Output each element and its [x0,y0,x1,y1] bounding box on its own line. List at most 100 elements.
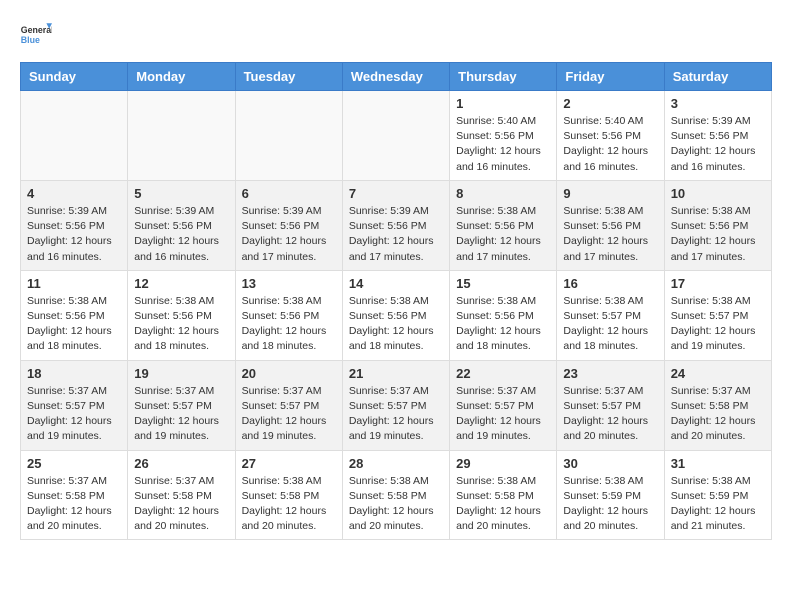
calendar-cell: 10 Sunrise: 5:38 AM Sunset: 5:56 PM Dayli… [664,180,771,270]
weekday-header-wednesday: Wednesday [342,63,449,91]
calendar-cell: 27 Sunrise: 5:38 AM Sunset: 5:58 PM Dayli… [235,450,342,540]
day-number: 1 [456,96,550,111]
day-number: 2 [563,96,657,111]
calendar-cell: 30Sunrise: 5:38 AM Sunset: 5:59 PM Dayli… [557,450,664,540]
day-info: Sunrise: 5:38 AM Sunset: 5:56 PM Dayligh… [134,294,228,355]
svg-text:Blue: Blue [21,35,40,45]
day-number: 29 [456,456,550,471]
week-row-2: 4 Sunrise: 5:39 AM Sunset: 5:56 PM Daylig… [21,180,772,270]
day-info: Sunrise: 5:38 AM Sunset: 5:59 PM Dayligh… [671,474,765,535]
calendar-cell: 18 Sunrise: 5:37 AM Sunset: 5:57 PM Dayli… [21,360,128,450]
weekday-header-saturday: Saturday [664,63,771,91]
week-row-3: 11 Sunrise: 5:38 AM Sunset: 5:56 PM Dayli… [21,270,772,360]
day-info: Sunrise: 5:38 AM Sunset: 5:58 PM Dayligh… [456,474,550,535]
calendar-cell: 8Sunrise: 5:38 AM Sunset: 5:56 PM Daylig… [450,180,557,270]
day-info: Sunrise: 5:39 AM Sunset: 5:56 PM Dayligh… [134,204,228,265]
day-info: Sunrise: 5:37 AM Sunset: 5:57 PM Dayligh… [563,384,657,445]
weekday-header-friday: Friday [557,63,664,91]
calendar-cell [128,91,235,181]
day-number: 19 [134,366,228,381]
calendar-cell: 13 Sunrise: 5:38 AM Sunset: 5:56 PM Dayli… [235,270,342,360]
day-info: Sunrise: 5:38 AM Sunset: 5:56 PM Dayligh… [563,204,657,265]
day-info: Sunrise: 5:37 AM Sunset: 5:58 PM Dayligh… [671,384,765,445]
header: General Blue [20,20,772,52]
calendar-cell: 28 Sunrise: 5:38 AM Sunset: 5:58 PM Dayli… [342,450,449,540]
day-number: 15 [456,276,550,291]
day-number: 7 [349,186,443,201]
day-info: Sunrise: 5:39 AM Sunset: 5:56 PM Dayligh… [242,204,336,265]
day-number: 23 [563,366,657,381]
day-number: 11 [27,276,121,291]
calendar-cell: 9 Sunrise: 5:38 AM Sunset: 5:56 PM Daylig… [557,180,664,270]
day-info: Sunrise: 5:38 AM Sunset: 5:56 PM Dayligh… [456,204,550,265]
calendar-cell: 1 Sunrise: 5:40 AM Sunset: 5:56 PM Daylig… [450,91,557,181]
calendar-cell: 31Sunrise: 5:38 AM Sunset: 5:59 PM Dayli… [664,450,771,540]
calendar-cell: 22Sunrise: 5:37 AM Sunset: 5:57 PM Dayli… [450,360,557,450]
week-row-5: 25 Sunrise: 5:37 AM Sunset: 5:58 PM Dayli… [21,450,772,540]
day-info: Sunrise: 5:40 AM Sunset: 5:56 PM Dayligh… [456,114,550,175]
calendar-cell: 2 Sunrise: 5:40 AM Sunset: 5:56 PM Daylig… [557,91,664,181]
day-info: Sunrise: 5:38 AM Sunset: 5:56 PM Dayligh… [671,204,765,265]
calendar-cell: 15 Sunrise: 5:38 AM Sunset: 5:56 PM Dayli… [450,270,557,360]
day-info: Sunrise: 5:40 AM Sunset: 5:56 PM Dayligh… [563,114,657,175]
week-row-4: 18 Sunrise: 5:37 AM Sunset: 5:57 PM Dayli… [21,360,772,450]
calendar-cell: 21Sunrise: 5:37 AM Sunset: 5:57 PM Dayli… [342,360,449,450]
calendar-cell [342,91,449,181]
day-number: 4 [27,186,121,201]
day-info: Sunrise: 5:38 AM Sunset: 5:57 PM Dayligh… [563,294,657,355]
calendar-cell: 20 Sunrise: 5:37 AM Sunset: 5:57 PM Dayli… [235,360,342,450]
day-number: 26 [134,456,228,471]
day-info: Sunrise: 5:39 AM Sunset: 5:56 PM Dayligh… [349,204,443,265]
day-info: Sunrise: 5:37 AM Sunset: 5:58 PM Dayligh… [134,474,228,535]
logo-icon: General Blue [20,20,52,52]
day-number: 20 [242,366,336,381]
weekday-header-sunday: Sunday [21,63,128,91]
day-info: Sunrise: 5:38 AM Sunset: 5:58 PM Dayligh… [242,474,336,535]
day-number: 18 [27,366,121,381]
calendar-cell: 17Sunrise: 5:38 AM Sunset: 5:57 PM Dayli… [664,270,771,360]
day-number: 22 [456,366,550,381]
calendar-cell: 4 Sunrise: 5:39 AM Sunset: 5:56 PM Daylig… [21,180,128,270]
day-number: 14 [349,276,443,291]
svg-text:General: General [21,25,52,35]
weekday-header-thursday: Thursday [450,63,557,91]
calendar-cell [21,91,128,181]
day-info: Sunrise: 5:38 AM Sunset: 5:56 PM Dayligh… [349,294,443,355]
day-info: Sunrise: 5:38 AM Sunset: 5:59 PM Dayligh… [563,474,657,535]
weekday-header-row: SundayMondayTuesdayWednesdayThursdayFrid… [21,63,772,91]
calendar-cell: 29 Sunrise: 5:38 AM Sunset: 5:58 PM Dayli… [450,450,557,540]
calendar-cell: 16Sunrise: 5:38 AM Sunset: 5:57 PM Dayli… [557,270,664,360]
calendar-cell: 12 Sunrise: 5:38 AM Sunset: 5:56 PM Dayli… [128,270,235,360]
day-info: Sunrise: 5:38 AM Sunset: 5:56 PM Dayligh… [456,294,550,355]
day-info: Sunrise: 5:37 AM Sunset: 5:57 PM Dayligh… [27,384,121,445]
calendar-cell: 14 Sunrise: 5:38 AM Sunset: 5:56 PM Dayli… [342,270,449,360]
day-number: 24 [671,366,765,381]
day-number: 10 [671,186,765,201]
calendar-cell: 3Sunrise: 5:39 AM Sunset: 5:56 PM Daylig… [664,91,771,181]
weekday-header-tuesday: Tuesday [235,63,342,91]
day-info: Sunrise: 5:38 AM Sunset: 5:58 PM Dayligh… [349,474,443,535]
calendar: SundayMondayTuesdayWednesdayThursdayFrid… [20,62,772,540]
week-row-1: 1 Sunrise: 5:40 AM Sunset: 5:56 PM Daylig… [21,91,772,181]
day-number: 27 [242,456,336,471]
calendar-cell: 7 Sunrise: 5:39 AM Sunset: 5:56 PM Daylig… [342,180,449,270]
day-number: 9 [563,186,657,201]
day-info: Sunrise: 5:37 AM Sunset: 5:58 PM Dayligh… [27,474,121,535]
day-number: 25 [27,456,121,471]
day-info: Sunrise: 5:38 AM Sunset: 5:56 PM Dayligh… [27,294,121,355]
day-info: Sunrise: 5:38 AM Sunset: 5:56 PM Dayligh… [242,294,336,355]
calendar-cell: 11 Sunrise: 5:38 AM Sunset: 5:56 PM Dayli… [21,270,128,360]
day-number: 28 [349,456,443,471]
weekday-header-monday: Monday [128,63,235,91]
day-info: Sunrise: 5:37 AM Sunset: 5:57 PM Dayligh… [134,384,228,445]
day-info: Sunrise: 5:39 AM Sunset: 5:56 PM Dayligh… [671,114,765,175]
day-info: Sunrise: 5:37 AM Sunset: 5:57 PM Dayligh… [242,384,336,445]
calendar-cell: 19 Sunrise: 5:37 AM Sunset: 5:57 PM Dayli… [128,360,235,450]
calendar-cell: 24 Sunrise: 5:37 AM Sunset: 5:58 PM Dayli… [664,360,771,450]
day-number: 21 [349,366,443,381]
day-number: 13 [242,276,336,291]
day-number: 17 [671,276,765,291]
day-info: Sunrise: 5:39 AM Sunset: 5:56 PM Dayligh… [27,204,121,265]
day-number: 12 [134,276,228,291]
calendar-cell: 23 Sunrise: 5:37 AM Sunset: 5:57 PM Dayli… [557,360,664,450]
